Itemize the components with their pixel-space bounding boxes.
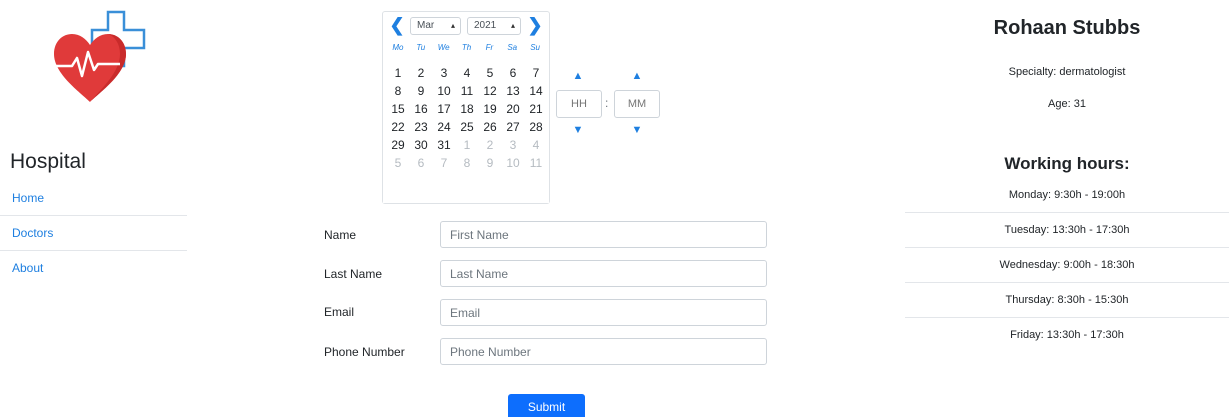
- calendar-day[interactable]: 1: [388, 64, 408, 82]
- weekday-label: Mo: [392, 43, 404, 52]
- calendar-day-other-month[interactable]: 11: [526, 154, 546, 172]
- submit-button[interactable]: Submit: [508, 394, 585, 417]
- month-select-value: Mar: [417, 20, 435, 31]
- brand-title: Hospital: [10, 150, 86, 173]
- weekday-label: We: [437, 43, 450, 52]
- calendar-day-other-month[interactable]: 8: [457, 154, 477, 172]
- calendar-day[interactable]: 5: [480, 64, 500, 82]
- calendar-days: 1 2 3 4 5 6 7 8 9 10 11 12 13 14 15 16 1…: [383, 56, 549, 203]
- calendar-day[interactable]: 21: [526, 100, 546, 118]
- year-select[interactable]: 2021 ▴: [467, 17, 521, 35]
- calendar-day[interactable]: 24: [434, 118, 454, 136]
- calendar-day[interactable]: 4: [457, 64, 477, 82]
- time-separator: :: [605, 96, 609, 110]
- hour-up-chevron-icon[interactable]: ▲: [568, 70, 588, 82]
- calendar-week-row: 22 23 24 25 26 27 28: [383, 118, 549, 136]
- calendar-day[interactable]: 3: [434, 64, 454, 82]
- calendar-day[interactable]: 29: [388, 136, 408, 154]
- updown-icon: ▴: [510, 21, 515, 30]
- calendar-day[interactable]: 8: [388, 82, 408, 100]
- hours-input[interactable]: [556, 90, 602, 118]
- calendar-week-row: 29 30 31 1 2 3 4: [383, 136, 549, 154]
- nav-item-home[interactable]: Home: [0, 181, 187, 216]
- calendar-day[interactable]: 6: [503, 64, 523, 82]
- last-name-label: Last Name: [324, 267, 383, 281]
- weekday-label: Sa: [507, 43, 518, 52]
- weekday-label: Su: [530, 43, 540, 52]
- weekday-label: Tu: [416, 43, 426, 52]
- chevron-left-icon[interactable]: ❮: [389, 15, 405, 35]
- minute-down-chevron-icon[interactable]: ▼: [627, 124, 647, 136]
- calendar-day[interactable]: 26: [480, 118, 500, 136]
- minutes-input[interactable]: [614, 90, 660, 118]
- calendar-week-row: 5 6 7 8 9 10 11: [383, 154, 549, 172]
- calendar-day-other-month[interactable]: 5: [388, 154, 408, 172]
- calendar-week-row: 8 9 10 11 12 13 14: [383, 82, 549, 100]
- calendar-day[interactable]: 22: [388, 118, 408, 136]
- doctor-specialty: Specialty: dermatologist: [1008, 66, 1126, 78]
- calendar-day[interactable]: 10: [434, 82, 454, 100]
- calendar-day-other-month[interactable]: 9: [480, 154, 500, 172]
- working-hours-item: Wednesday: 9:00h - 18:30h: [905, 248, 1229, 283]
- nav-item-doctors[interactable]: Doctors: [0, 216, 187, 251]
- year-select-value: 2021: [474, 20, 497, 31]
- calendar-day-other-month[interactable]: 2: [480, 136, 500, 154]
- calendar-week-row: 1 2 3 4 5 6 7: [383, 64, 549, 82]
- nav-item-about[interactable]: About: [0, 251, 187, 286]
- calendar-day[interactable]: 17: [434, 100, 454, 118]
- calendar-day[interactable]: 23: [411, 118, 431, 136]
- calendar-day-other-month[interactable]: 3: [503, 136, 523, 154]
- email-input[interactable]: [440, 299, 767, 326]
- calendar-header: ❮ Mar ▴ 2021 ▴ ❯: [383, 12, 549, 40]
- calendar-day-other-month[interactable]: 4: [526, 136, 546, 154]
- hospital-logo-icon: [54, 10, 146, 102]
- weekday-header: Mo Tu We Th Fr Sa Su: [388, 43, 548, 52]
- calendar-day[interactable]: 28: [526, 118, 546, 136]
- calendar-day-other-month[interactable]: 10: [503, 154, 523, 172]
- calendar-week-row: 15 16 17 18 19 20 21: [383, 100, 549, 118]
- calendar-day[interactable]: 18: [457, 100, 477, 118]
- calendar-day[interactable]: 13: [503, 82, 523, 100]
- calendar-day[interactable]: 12: [480, 82, 500, 100]
- first-name-input[interactable]: [440, 221, 767, 248]
- calendar-day[interactable]: 11: [457, 82, 477, 100]
- calendar-day[interactable]: 20: [503, 100, 523, 118]
- doctor-age: Age: 31: [1048, 98, 1086, 110]
- calendar-day[interactable]: 15: [388, 100, 408, 118]
- calendar-day[interactable]: 7: [526, 64, 546, 82]
- calendar-day[interactable]: 9: [411, 82, 431, 100]
- last-name-input[interactable]: [440, 260, 767, 287]
- doctor-name: Rohaan Stubbs: [993, 17, 1141, 39]
- calendar-day[interactable]: 14: [526, 82, 546, 100]
- working-hours-list: Monday: 9:30h - 19:00h Tuesday: 13:30h -…: [905, 178, 1229, 353]
- date-picker: ❮ Mar ▴ 2021 ▴ ❯ Mo Tu We Th Fr Sa Su 1 …: [382, 11, 550, 204]
- weekday-label: Th: [461, 43, 472, 52]
- working-hours-item: Monday: 9:30h - 19:00h: [905, 178, 1229, 213]
- calendar-day[interactable]: 25: [457, 118, 477, 136]
- calendar-day[interactable]: 31: [434, 136, 454, 154]
- working-hours-item: Tuesday: 13:30h - 17:30h: [905, 213, 1229, 248]
- calendar-day[interactable]: 16: [411, 100, 431, 118]
- working-hours-title: Working hours:: [1004, 154, 1130, 173]
- phone-number-label: Phone Number: [324, 345, 405, 359]
- working-hours-item: Friday: 13:30h - 17:30h: [1010, 329, 1124, 341]
- calendar-day-other-month[interactable]: 7: [434, 154, 454, 172]
- updown-icon: ▴: [450, 21, 455, 30]
- hour-down-chevron-icon[interactable]: ▼: [568, 124, 588, 136]
- calendar-day[interactable]: 30: [411, 136, 431, 154]
- minute-up-chevron-icon[interactable]: ▲: [627, 70, 647, 82]
- calendar-day[interactable]: 2: [411, 64, 431, 82]
- calendar-day[interactable]: 19: [480, 100, 500, 118]
- name-label: Name: [324, 228, 357, 242]
- calendar-day-other-month[interactable]: 6: [411, 154, 431, 172]
- calendar-day-other-month[interactable]: 1: [457, 136, 477, 154]
- email-label: Email: [324, 305, 355, 319]
- working-hours-item: Thursday: 8:30h - 15:30h: [905, 283, 1229, 318]
- sidebar-nav: Home Doctors About: [0, 181, 187, 286]
- weekday-label: Fr: [485, 43, 494, 52]
- chevron-right-icon[interactable]: ❯: [527, 15, 543, 35]
- calendar-day[interactable]: 27: [503, 118, 523, 136]
- phone-number-input[interactable]: [440, 338, 767, 365]
- month-select[interactable]: Mar ▴: [410, 17, 461, 35]
